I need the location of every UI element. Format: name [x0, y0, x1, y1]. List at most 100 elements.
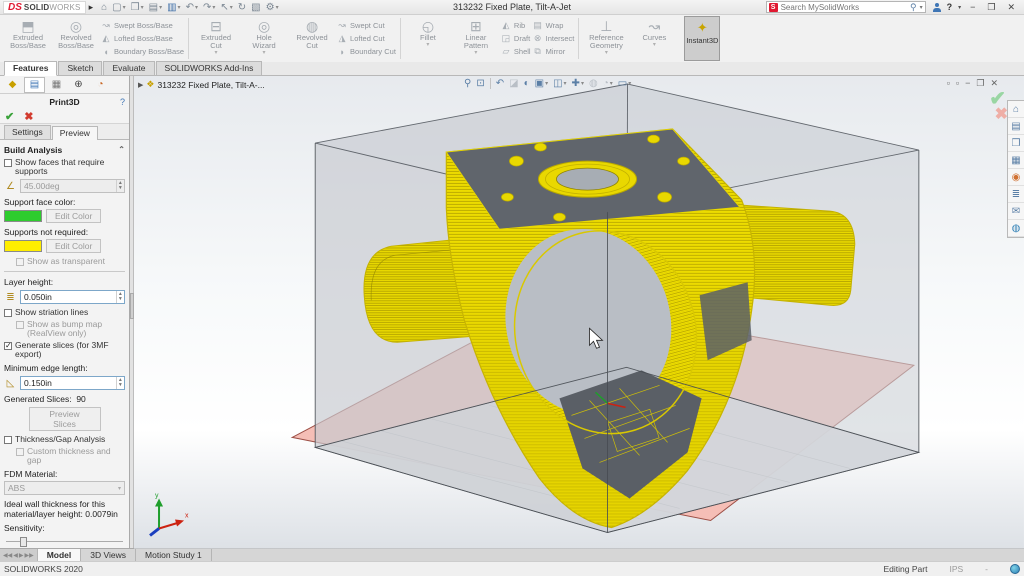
curves-button[interactable]: ↝ Curves ▾: [631, 16, 677, 61]
lofted-cut-button[interactable]: ◮Lofted Cut: [337, 33, 396, 45]
view-settings-button[interactable]: ▭▾: [618, 78, 631, 89]
tag-globe-icon[interactable]: [1010, 564, 1020, 574]
wrap-button[interactable]: ▤Wrap: [533, 20, 575, 32]
hole-wizard-button[interactable]: ◎ HoleWizard ▾: [241, 16, 287, 61]
search-box[interactable]: S ⚲ ▾: [766, 1, 926, 13]
revolved-boss-base-button[interactable]: ◎ Revolved Boss/Base: [53, 16, 99, 61]
3d-content-tab[interactable]: ◍: [1008, 220, 1024, 237]
apply-scene-button[interactable]: ◔▾: [603, 78, 613, 89]
ok-button[interactable]: ✔: [5, 110, 14, 123]
show-faces-checkbox-row[interactable]: Show faces that require supports: [4, 158, 125, 176]
tab-3d-views[interactable]: 3D Views: [81, 549, 136, 561]
swept-boss-base-button[interactable]: ↝Swept Boss/Base: [101, 20, 184, 32]
extruded-boss-base-button[interactable]: ⬒ Extruded Boss/Base: [5, 16, 51, 61]
print-button[interactable]: ▥▾: [165, 1, 182, 14]
custom-properties-tab[interactable]: ≣: [1008, 186, 1024, 203]
file-properties-button[interactable]: ▧: [249, 1, 262, 14]
section-view-button[interactable]: ◪: [509, 78, 518, 89]
tab-sketch[interactable]: Sketch: [58, 61, 102, 75]
displaymanager-tab[interactable]: ◔: [90, 77, 111, 93]
3d-scene[interactable]: y x: [134, 76, 1024, 549]
restore-button[interactable]: ❐: [984, 2, 998, 13]
draft-button[interactable]: ◲Draft: [501, 33, 531, 45]
dimxpertmanager-tab[interactable]: ⊕: [68, 77, 89, 93]
appearances-scenes-tab[interactable]: ◉: [1008, 169, 1024, 186]
reference-geometry-button[interactable]: ⊥ ReferenceGeometry ▾: [583, 16, 629, 61]
close-button[interactable]: ✕: [1004, 2, 1018, 13]
home-button[interactable]: ⌂: [99, 1, 109, 14]
rib-button[interactable]: ◭Rib: [501, 20, 531, 32]
search-input[interactable]: [781, 3, 907, 12]
show-faces-checkbox[interactable]: [4, 159, 12, 167]
new-document-button[interactable]: ▢▾: [110, 1, 127, 14]
view-orientation-button[interactable]: ▣▾: [535, 78, 548, 89]
search-icon[interactable]: ⚲: [910, 2, 917, 13]
zoom-to-fit-button[interactable]: ⚲: [464, 78, 471, 89]
help-button[interactable]: ?: [947, 2, 953, 12]
graphics-area[interactable]: y x ▶ ❖ 313232 Fixed Plate, Tilt-A-... ⚲…: [134, 76, 1024, 548]
edit-appearance-button[interactable]: ◐: [524, 78, 530, 89]
help-dropdown-icon[interactable]: ▾: [958, 4, 961, 11]
instant3d-button[interactable]: ✦ Instant3D: [684, 16, 720, 61]
units-label[interactable]: IPS: [949, 564, 963, 574]
min-edge-input[interactable]: [21, 378, 116, 388]
generate-slices-checkbox[interactable]: [4, 342, 12, 350]
fillet-button[interactable]: ◵ Fillet ▾: [405, 16, 451, 61]
confirm-cancel-icon[interactable]: ✖: [995, 108, 1008, 122]
zoom-to-area-button[interactable]: ⊡: [476, 78, 484, 89]
min-edge-field[interactable]: ▲▼: [20, 376, 125, 390]
tab-preview[interactable]: Preview: [52, 126, 98, 140]
minimize-button[interactable]: −: [967, 2, 978, 12]
tab-solidworks-addins[interactable]: SOLIDWORKS Add-Ins: [156, 61, 263, 75]
shell-button[interactable]: ▱Shell: [501, 46, 531, 58]
extruded-cut-button[interactable]: ⊟ ExtrudedCut ▾: [193, 16, 239, 61]
tab-motion-study-1[interactable]: Motion Study 1: [136, 549, 212, 561]
forum-tab[interactable]: ✉: [1008, 203, 1024, 220]
tab-settings[interactable]: Settings: [4, 125, 51, 139]
save-button[interactable]: ▤▾: [147, 1, 164, 14]
layer-height-input[interactable]: [21, 292, 116, 302]
feature-tree-flyout[interactable]: ▶ ❖ 313232 Fixed Plate, Tilt-A-...: [138, 79, 265, 90]
tab-evaluate[interactable]: Evaluate: [103, 61, 154, 75]
show-striation-checkbox[interactable]: [4, 309, 12, 317]
rebuild-button[interactable]: ↻: [236, 1, 248, 14]
preview-slices-button[interactable]: Preview Slices: [29, 407, 101, 431]
search-dropdown-icon[interactable]: ▾: [920, 4, 923, 11]
view-palette-tab[interactable]: ▦: [1008, 152, 1024, 169]
propertymanager-tab[interactable]: ▤: [24, 77, 45, 93]
collapse-section-icon[interactable]: ⌃: [118, 145, 125, 155]
doc-minimize-button[interactable]: −: [965, 78, 970, 89]
tab-features[interactable]: Features: [4, 61, 57, 76]
expand-tree-icon[interactable]: ▶: [138, 81, 143, 89]
intersect-button[interactable]: ⊗Intersect: [533, 33, 575, 45]
file-explorer-tab[interactable]: ❒: [1008, 135, 1024, 152]
boundary-cut-button[interactable]: ◗Boundary Cut: [337, 46, 396, 58]
doc-icon-2[interactable]: ▫: [956, 78, 959, 89]
select-button[interactable]: ↖▾: [218, 1, 234, 14]
tab-model[interactable]: Model: [38, 549, 82, 561]
cancel-button[interactable]: ✖: [24, 110, 33, 123]
mirror-button[interactable]: ⧉Mirror: [533, 46, 575, 58]
help-icon[interactable]: ?: [120, 97, 125, 107]
realview-button[interactable]: ◍: [589, 78, 598, 89]
configurationmanager-tab[interactable]: ▦: [46, 77, 67, 93]
lofted-boss-base-button[interactable]: ◭Lofted Boss/Base: [101, 33, 184, 45]
design-library-tab[interactable]: ▤: [1008, 118, 1024, 135]
undo-button[interactable]: ↶▾: [184, 1, 200, 14]
options-button[interactable]: ⚙▾: [264, 1, 281, 14]
thickness-gap-checkbox[interactable]: [4, 436, 12, 444]
doc-icon-1[interactable]: ▫: [947, 78, 950, 89]
resources-tab[interactable]: ⌂: [1008, 101, 1024, 118]
swept-cut-button[interactable]: ↝Swept Cut: [337, 20, 396, 32]
tab-scroll-buttons[interactable]: ◀◀◀ ▶▶▶: [0, 549, 38, 561]
featuremanager-tab[interactable]: ◆: [2, 77, 23, 93]
previous-view-button[interactable]: ↶: [496, 78, 504, 89]
doc-restore-button[interactable]: ❐: [976, 78, 984, 89]
layer-height-field[interactable]: ▲▼: [20, 290, 125, 304]
linear-pattern-button[interactable]: ⊞ LinearPattern ▾: [453, 16, 499, 61]
sensitivity-slider-thumb[interactable]: [20, 537, 27, 547]
login-user-icon[interactable]: [933, 3, 941, 12]
solidworks-logo[interactable]: DS SOLIDWORKS: [3, 1, 86, 14]
display-style-button[interactable]: ◫▾: [553, 78, 566, 89]
open-button[interactable]: ❒▾: [129, 1, 146, 14]
